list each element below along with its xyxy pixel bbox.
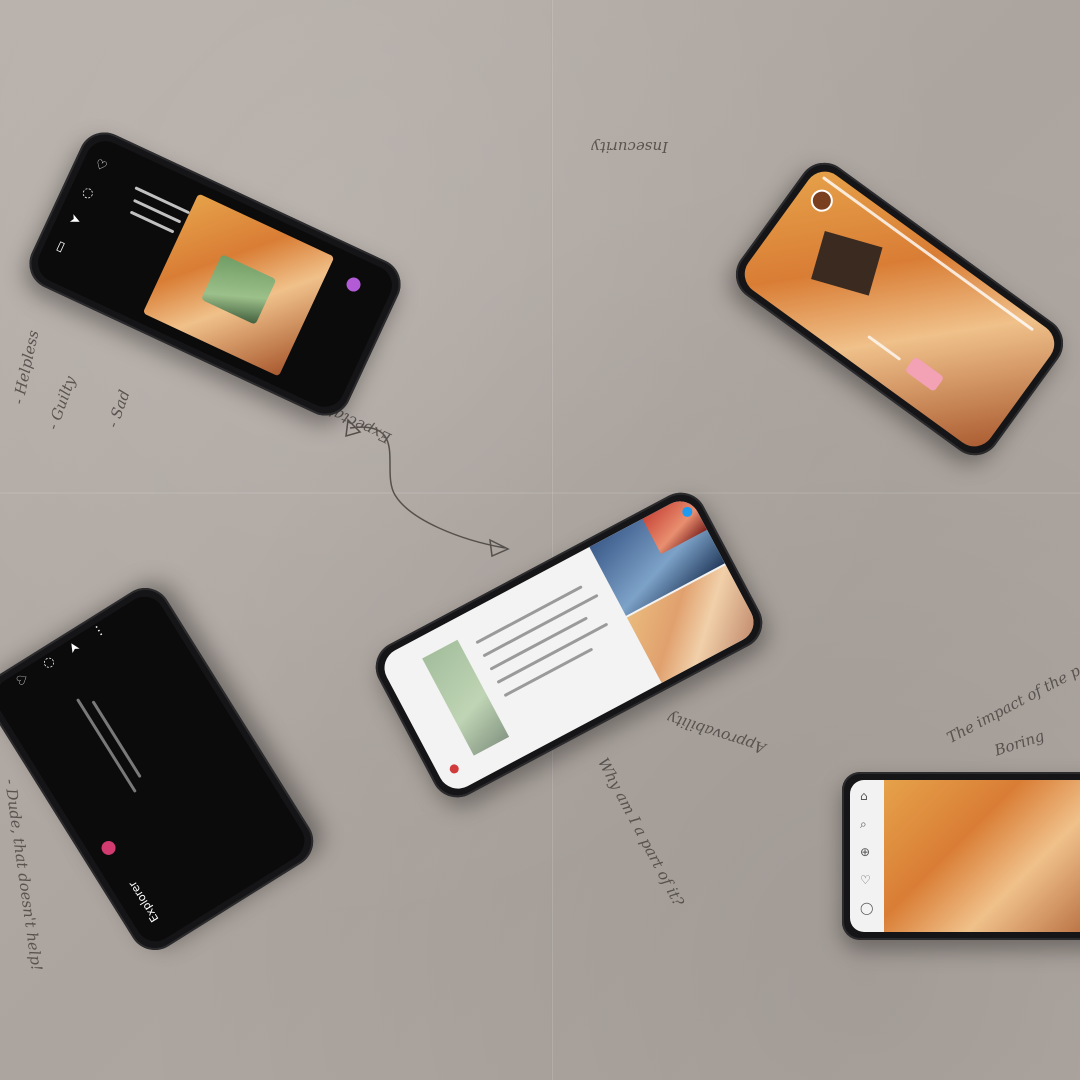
caption-line — [132, 198, 182, 224]
note-helpless: - Helpless — [9, 328, 43, 406]
bookmark-icon[interactable]: ▯ — [54, 238, 67, 255]
note-pandemic-impact: The impact of the pandemic — [943, 631, 1080, 747]
explorer-avatar[interactable] — [98, 838, 119, 858]
paper-fold-vertical — [551, 0, 554, 1080]
search-icon[interactable]: ⌕ — [860, 818, 867, 830]
heart-icon[interactable]: ♡ — [14, 670, 33, 688]
notification-dot — [448, 762, 461, 775]
content-line — [76, 698, 137, 793]
heart-icon[interactable]: ♡ — [860, 874, 871, 886]
note-approvability: Approvability — [665, 708, 768, 758]
text-line — [496, 622, 609, 684]
story-caption-line — [867, 334, 902, 361]
paper-fold-horizontal — [0, 492, 1080, 494]
phone-screen-dark-feed: ♡ ◌ ➤ ▯ — [31, 134, 399, 414]
profile-avatar[interactable] — [344, 275, 363, 294]
story-avatar[interactable] — [806, 185, 838, 217]
phone-screen-photo-feed: ⌂ ⌕ ⊕ ♡ ◯ — [850, 780, 1080, 932]
feed-photo — [884, 780, 1080, 932]
note-boring: Boring — [992, 726, 1047, 760]
text-line — [482, 593, 599, 658]
share-icon[interactable]: ➤ — [67, 211, 83, 229]
home-icon[interactable]: ⌂ — [860, 790, 868, 802]
profile-icon[interactable]: ◯ — [860, 902, 873, 914]
share-icon[interactable]: ➤ — [65, 638, 84, 655]
phone-bottom-right: ⌂ ⌕ ⊕ ♡ ◯ — [842, 772, 1080, 940]
comment-icon[interactable]: ◌ — [80, 184, 97, 202]
phone-screen-light-feed — [377, 494, 761, 796]
note-why-part-of-it: Why am I a part of it? — [594, 754, 688, 910]
add-icon[interactable]: ⊕ — [860, 846, 870, 858]
content-line — [91, 700, 142, 779]
caption-line — [134, 186, 191, 215]
more-icon[interactable]: ⋯ — [89, 621, 109, 640]
note-sad: - Sad — [103, 387, 134, 431]
note-guilty: - Guilty — [43, 373, 80, 433]
story-sticker[interactable] — [904, 356, 945, 392]
heart-icon[interactable]: ♡ — [92, 157, 109, 176]
thumbnail-left — [422, 639, 510, 756]
explorer-header: Explorer — [126, 878, 162, 925]
text-line — [475, 585, 583, 645]
phone-top-right — [725, 152, 1074, 466]
phone-bottom-left: Explorer ♡ ◌ ➤ ⋯ — [0, 578, 323, 960]
phone-screen-dark-explorer: Explorer ♡ ◌ ➤ ⋯ — [0, 589, 312, 949]
note-insecurity: Insecurity — [591, 138, 668, 156]
story-photo-dark-area — [811, 230, 883, 296]
note-doesnt-help: - Dude, that doesn't help! — [1, 777, 46, 973]
phone-screen-story — [736, 163, 1063, 455]
comment-icon[interactable]: ◌ — [39, 654, 58, 672]
photo-scene: Insecurity - Helpless - Guilty - Sad Exp… — [0, 0, 1080, 1080]
phone-center — [366, 483, 772, 807]
